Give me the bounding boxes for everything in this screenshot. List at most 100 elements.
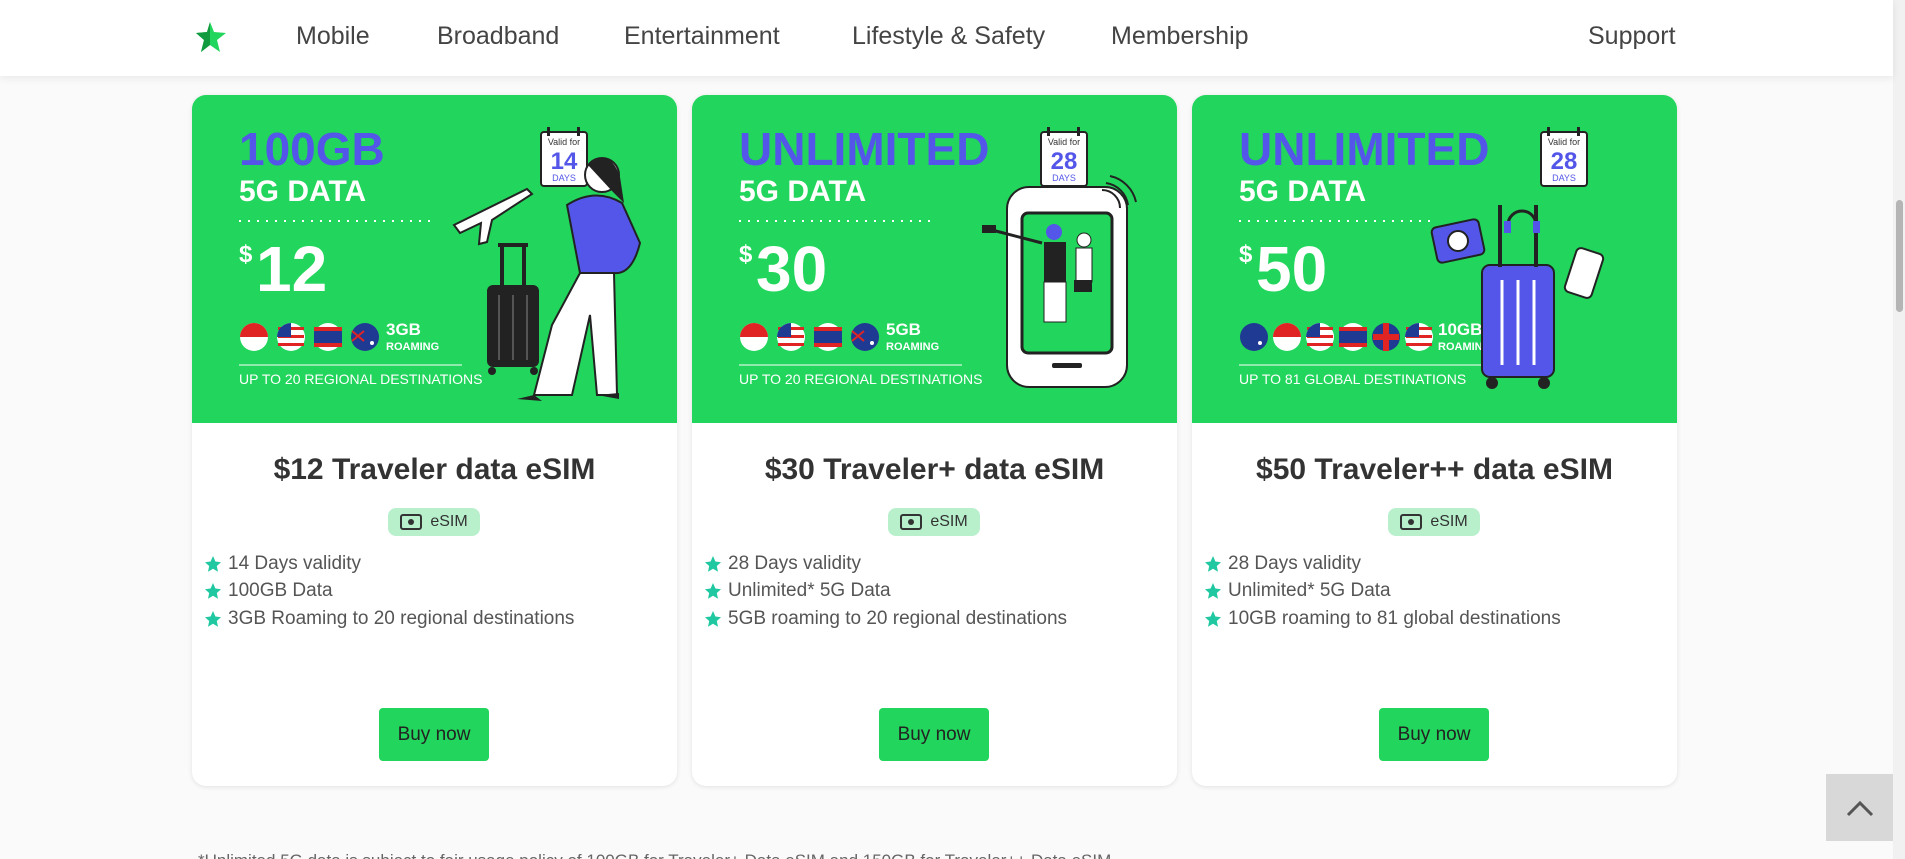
plan-banner: UNLIMITED 5G DATA $ 30 5GB ROAMING UP TO… <box>692 95 1177 423</box>
star-icon <box>1204 582 1222 600</box>
banner-valid-days: 28 <box>1051 148 1078 175</box>
scrollbar-thumb[interactable] <box>1896 200 1903 312</box>
banner-days-label: DAYS <box>1052 173 1076 183</box>
banner-headline: UNLIMITED <box>739 123 989 175</box>
buy-now-button[interactable]: Buy now <box>879 708 989 761</box>
feature-text: Unlimited* 5G Data <box>1228 580 1391 602</box>
banner-valid-label: Valid for <box>548 137 580 147</box>
nav-item-lifestyle-safety[interactable]: Lifestyle & Safety <box>852 22 1045 51</box>
banner-headline: 100GB <box>239 123 385 175</box>
airplane-icon <box>452 187 534 246</box>
banner-price: 50 <box>1256 233 1327 305</box>
banner-roaming-amount: 5GB <box>886 320 921 339</box>
traveler-illustration-icon <box>487 157 642 401</box>
nav-item-membership[interactable]: Membership <box>1111 22 1249 51</box>
banner-subline: 5G DATA <box>239 175 366 208</box>
banner-currency: $ <box>1239 241 1253 268</box>
banner-currency: $ <box>739 241 753 268</box>
banner-days-label: DAYS <box>1552 173 1576 183</box>
chevron-up-icon <box>1846 800 1873 816</box>
plan-title: $50 Traveler++ data eSIM <box>1256 453 1613 486</box>
plan-card-traveler-plus-plus: UNLIMITED 5G DATA $ 50 10GB ROAMING UP T… <box>1192 95 1677 786</box>
nav-item-entertainment[interactable]: Entertainment <box>624 22 780 51</box>
list-item: Unlimited* 5G Data <box>704 578 1067 606</box>
calendar-icon: Valid for 28 DAYS <box>1540 127 1588 187</box>
plan-cards-row: 100GB 5G DATA $ 12 3GB ROAMING UP TO 20 … <box>192 95 1677 787</box>
banner-subline: 5G DATA <box>1239 175 1366 208</box>
banner-price: 30 <box>756 233 827 305</box>
footnote: *Unlimited 5G data is subject to fair us… <box>198 851 1111 859</box>
smartphone-selfie-icon <box>982 175 1137 388</box>
banner-roaming-word: ROAMING <box>386 341 439 353</box>
list-item: 100GB Data <box>204 578 574 606</box>
feature-list: 28 Days validity Unlimited* 5G Data 10GB… <box>1204 550 1561 633</box>
list-item: 3GB Roaming to 20 regional destinations <box>204 605 574 633</box>
star-icon <box>704 555 722 573</box>
banner-valid-label: Valid for <box>1048 137 1080 147</box>
roaming-flags-icon <box>1240 323 1433 351</box>
banner-destinations: UP TO 81 GLOBAL DESTINATIONS <box>1239 371 1466 387</box>
list-item: 14 Days validity <box>204 550 574 578</box>
nav-item-mobile[interactable]: Mobile <box>296 22 370 51</box>
list-item: 5GB roaming to 20 regional destinations <box>704 605 1067 633</box>
calendar-icon: Valid for 14 DAYS <box>540 127 588 187</box>
star-icon <box>1204 610 1222 628</box>
nav-item-support[interactable]: Support <box>1588 22 1676 51</box>
esim-card-icon <box>400 514 423 530</box>
plan-title: $30 Traveler+ data eSIM <box>764 453 1105 486</box>
list-item: Unlimited* 5G Data <box>1204 578 1561 606</box>
esim-badge: eSIM <box>1388 508 1480 536</box>
feature-text: 14 Days validity <box>228 552 362 574</box>
banner-roaming-word: ROAMING <box>886 341 939 353</box>
buy-now-button[interactable]: Buy now <box>1379 708 1489 761</box>
back-to-top-button[interactable] <box>1826 774 1893 841</box>
buy-now-button[interactable]: Buy now <box>379 708 489 761</box>
esim-badge-label: eSIM <box>430 513 468 530</box>
star-logo-icon[interactable] <box>196 20 228 58</box>
banner-days-label: DAYS <box>552 173 576 183</box>
esim-card-icon <box>900 514 923 530</box>
plan-title: $12 Traveler data eSIM <box>273 453 596 486</box>
star-icon <box>204 610 222 628</box>
list-item: 10GB roaming to 81 global destinations <box>1204 605 1561 633</box>
feature-text: 100GB Data <box>228 580 333 602</box>
roaming-flags-icon <box>240 323 379 351</box>
star-icon <box>1204 555 1222 573</box>
esim-badge: eSIM <box>888 508 980 536</box>
plan-card-traveler-plus: UNLIMITED 5G DATA $ 30 5GB ROAMING UP TO… <box>692 95 1177 786</box>
feature-list: 14 Days validity 100GB Data 3GB Roaming … <box>204 550 574 633</box>
plan-card-traveler: 100GB 5G DATA $ 12 3GB ROAMING UP TO 20 … <box>192 95 677 786</box>
list-item: 28 Days validity <box>1204 550 1561 578</box>
banner-roaming-amount: 10GB <box>1438 320 1482 339</box>
list-item: 28 Days validity <box>704 550 1067 578</box>
roaming-flags-icon <box>740 323 879 351</box>
scrollbar-track[interactable] <box>1893 0 1905 859</box>
banner-valid-label: Valid for <box>1548 137 1580 147</box>
top-navigation: Mobile Broadband Entertainment Lifestyle… <box>0 0 1893 76</box>
banner-valid-days: 14 <box>551 148 578 175</box>
esim-card-icon <box>1400 514 1423 530</box>
feature-text: 5GB roaming to 20 regional destinations <box>728 607 1068 629</box>
feature-text: Unlimited* 5G Data <box>728 580 891 602</box>
esim-badge: eSIM <box>388 508 480 536</box>
star-icon <box>704 582 722 600</box>
banner-destinations: UP TO 20 REGIONAL DESTINATIONS <box>239 371 483 387</box>
plan-banner: 100GB 5G DATA $ 12 3GB ROAMING UP TO 20 … <box>192 95 677 423</box>
banner-destinations: UP TO 20 REGIONAL DESTINATIONS <box>739 371 983 387</box>
feature-text: 28 Days validity <box>1228 552 1362 574</box>
banner-headline: UNLIMITED <box>1239 123 1489 175</box>
feature-text: 28 Days validity <box>728 552 862 574</box>
esim-badge-label: eSIM <box>930 513 968 530</box>
banner-roaming-amount: 3GB <box>386 320 421 339</box>
star-icon <box>204 582 222 600</box>
star-icon <box>204 555 222 573</box>
luggage-camera-icon <box>1430 205 1605 389</box>
feature-text: 3GB Roaming to 20 regional destinations <box>228 607 575 629</box>
feature-text: 10GB roaming to 81 global destinations <box>1228 607 1561 629</box>
banner-valid-days: 28 <box>1551 148 1578 175</box>
esim-badge-label: eSIM <box>1430 513 1468 530</box>
star-icon <box>704 610 722 628</box>
nav-item-broadband[interactable]: Broadband <box>437 22 559 51</box>
calendar-icon: Valid for 28 DAYS <box>1040 127 1088 187</box>
banner-price: 12 <box>256 233 327 305</box>
